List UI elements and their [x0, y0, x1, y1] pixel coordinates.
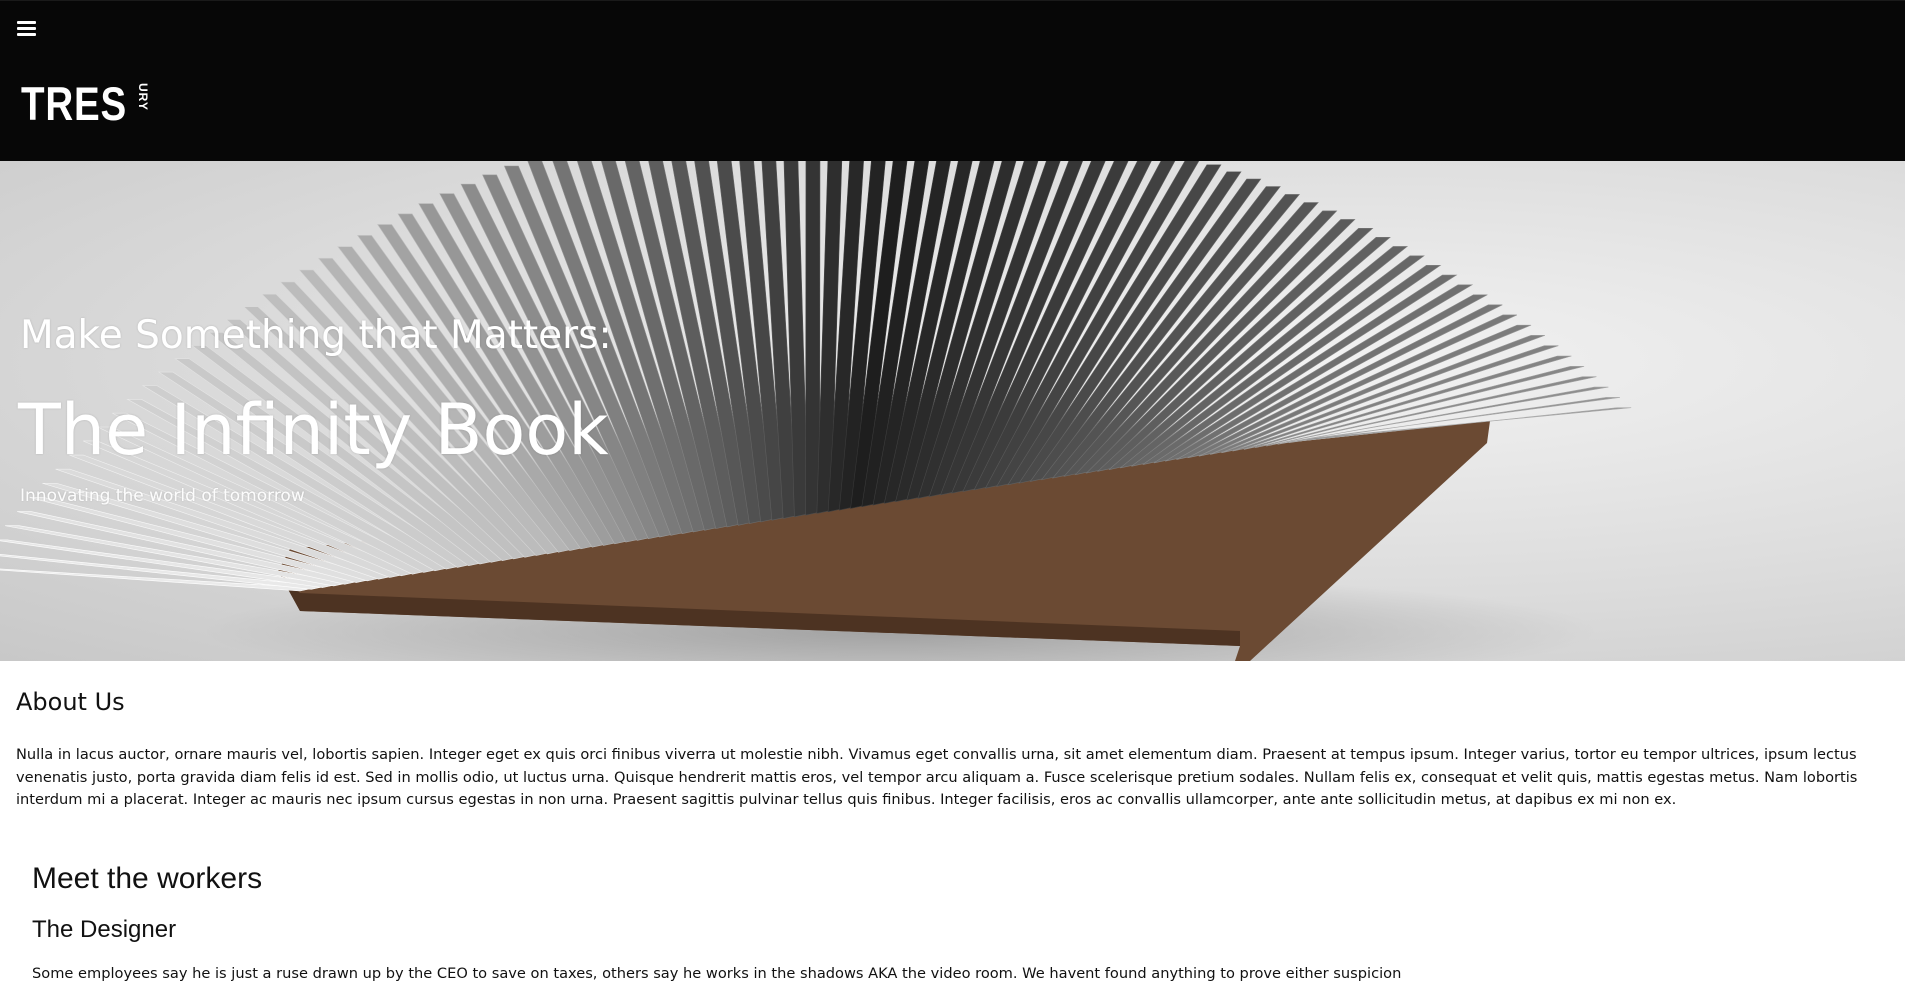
hero-banner: Make Something that Matters: The Infinit…: [0, 161, 1905, 661]
designer-paragraph: Some employees say he is just a ruse dra…: [32, 965, 1402, 982]
book-page-shape: [805, 161, 821, 516]
hamburger-menu-icon[interactable]: [17, 20, 36, 37]
top-navigation-bar: TRES URY: [0, 0, 1905, 161]
site-logo[interactable]: TRES URY: [21, 79, 150, 129]
logo-main-text: TRES: [21, 77, 128, 130]
logo-side-text: URY: [136, 83, 150, 111]
about-us-heading: About Us: [16, 688, 125, 716]
meet-workers-heading: Meet the workers: [32, 862, 263, 895]
hero-title: The Infinity Book: [18, 389, 609, 471]
hero-kicker: Make Something that Matters:: [20, 313, 612, 358]
designer-heading: The Designer: [32, 916, 177, 943]
hero-subtitle: Innovating the world of tomorrow: [20, 486, 305, 506]
about-us-paragraph: Nulla in lacus auctor, ornare mauris vel…: [16, 746, 1858, 808]
